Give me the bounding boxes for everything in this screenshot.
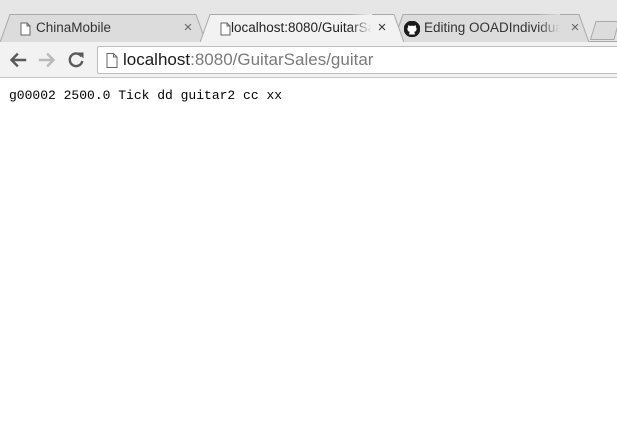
toolbar: localhost:8080/GuitarSales/guitar	[0, 42, 617, 78]
close-tab-icon[interactable]: ×	[181, 20, 195, 36]
tab-chinamobile[interactable]: ChinaMobile ×	[0, 14, 208, 43]
tab-localhost-guitarsales[interactable]: localhost:8080/GuitarSa ×	[200, 14, 406, 43]
title-fade	[538, 14, 560, 43]
github-icon	[404, 21, 420, 37]
page-info-icon[interactable]	[106, 53, 118, 68]
forward-button[interactable]	[37, 50, 57, 70]
back-button[interactable]	[8, 50, 28, 70]
title-fade	[350, 14, 372, 43]
page-icon	[220, 22, 231, 36]
url-path: :8080/GuitarSales/guitar	[190, 50, 374, 69]
tab-title: ChinaMobile	[36, 20, 112, 35]
tab-editing-ooadindividual[interactable]: Editing OOADIndividual ×	[393, 14, 591, 43]
close-tab-icon[interactable]: ×	[375, 20, 389, 36]
address-bar[interactable]: localhost:8080/GuitarSales/guitar	[97, 46, 617, 74]
page-content: g00002 2500.0 Tick dd guitar2 cc xx	[0, 78, 617, 445]
reload-button[interactable]	[66, 50, 86, 70]
url-text[interactable]: localhost:8080/GuitarSales/guitar	[123, 50, 373, 70]
tab-strip: ChinaMobile × Editing OOADIndividual × l…	[0, 0, 617, 43]
page-icon	[20, 22, 31, 36]
url-host: localhost	[123, 50, 191, 69]
close-tab-icon[interactable]: ×	[568, 20, 582, 36]
guitar-record-text: g00002 2500.0 Tick dd guitar2 cc xx	[9, 88, 283, 103]
new-tab-button[interactable]	[590, 20, 617, 40]
